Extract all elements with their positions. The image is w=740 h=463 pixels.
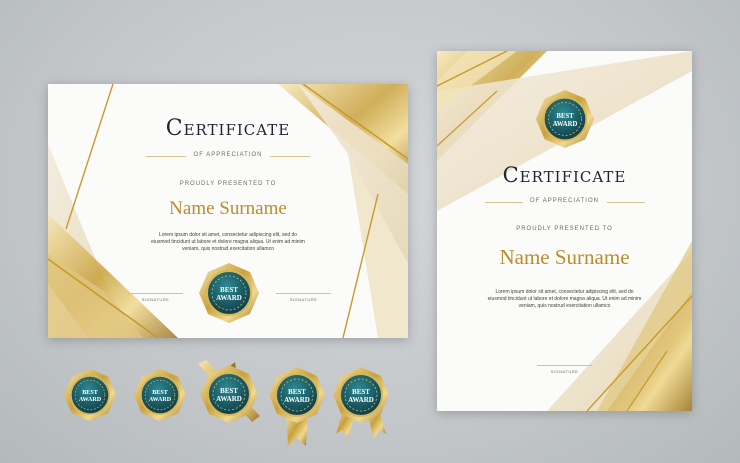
landscape-seal-line-2: AWARD: [216, 294, 242, 302]
award-badge-3: BEST AWARD: [198, 360, 260, 423]
portrait-recipient-name: Name Surname: [499, 245, 630, 269]
landscape-signature-line-right: [276, 293, 331, 294]
portrait-body-line-2: eiusmod tincidunt ut labore et dolore ma…: [487, 296, 642, 302]
portrait-presented-to: PROUDLY PRESENTED TO: [516, 226, 613, 232]
award-badge-5: BEST AWARD: [333, 367, 389, 438]
landscape-award-seal: BEST AWARD: [199, 263, 259, 323]
portrait-signature-line: [537, 365, 592, 366]
landscape-presented-to: PROUDLY PRESENTED TO: [179, 181, 277, 187]
portrait-seal-line-2: AWARD: [553, 121, 578, 128]
landscape-body-line-2: eiusmod tincidunt ut labore et dolore ma…: [151, 239, 305, 245]
award-badge-4: BEST AWARD: [269, 367, 325, 446]
landscape-body-line-3: veniam, quis nostrud exercitation ullamc…: [182, 246, 274, 252]
portrait-subtitle: OF APPRECIATION: [530, 198, 599, 204]
landscape-title: Certificate: [165, 116, 291, 141]
badge-1-line-2: AWARD: [79, 397, 102, 403]
badge-3-line-1: BEST: [220, 387, 238, 395]
landscape-signature-line-left: [128, 293, 183, 294]
portrait-subtitle-line-right: [607, 202, 645, 203]
landscape-seal-line-1: BEST: [220, 286, 238, 294]
badge-5-line-2: AWARD: [348, 396, 374, 404]
badge-4-line-2: AWARD: [284, 396, 310, 404]
award-badge-1: BEST AWARD: [63, 368, 117, 422]
portrait-certificate: BEST AWARD Certificate OF APPRECIATION P…: [437, 51, 692, 411]
badge-5-line-1: BEST: [352, 388, 370, 396]
portrait-body-line-1: Lorem ipsum dolor sit amet, consectetur …: [495, 289, 634, 295]
badge-2-line-1: BEST: [152, 390, 168, 396]
portrait-title: Certificate: [502, 163, 627, 187]
landscape-recipient-name: Name Surname: [169, 198, 287, 219]
landscape-signature-right: SIGNATURE: [289, 297, 318, 302]
landscape-certificate: Certificate OF APPRECIATION PROUDLY PRES…: [48, 84, 408, 338]
portrait-body-line-3: veniam, quis nostrud exercitation ullamc…: [518, 303, 611, 309]
badge-3-line-2: AWARD: [216, 395, 242, 403]
landscape-subtitle: OF APPRECIATION: [193, 152, 263, 158]
landscape-body-line-1: Lorem ipsum dolor sit amet, consectetur …: [158, 232, 298, 238]
portrait-award-seal: BEST AWARD: [535, 89, 595, 149]
badge-4-line-1: BEST: [288, 388, 306, 396]
landscape-signature-left: SIGNATURE: [141, 297, 170, 302]
portrait-signature: SIGNATURE: [550, 369, 579, 374]
award-badge-2: BEST AWARD: [133, 368, 187, 422]
badge-2-line-2: AWARD: [149, 397, 172, 403]
badge-1-line-1: BEST: [82, 390, 98, 396]
landscape-subtitle-line-right: [270, 156, 310, 157]
portrait-seal-line-1: BEST: [556, 113, 574, 120]
